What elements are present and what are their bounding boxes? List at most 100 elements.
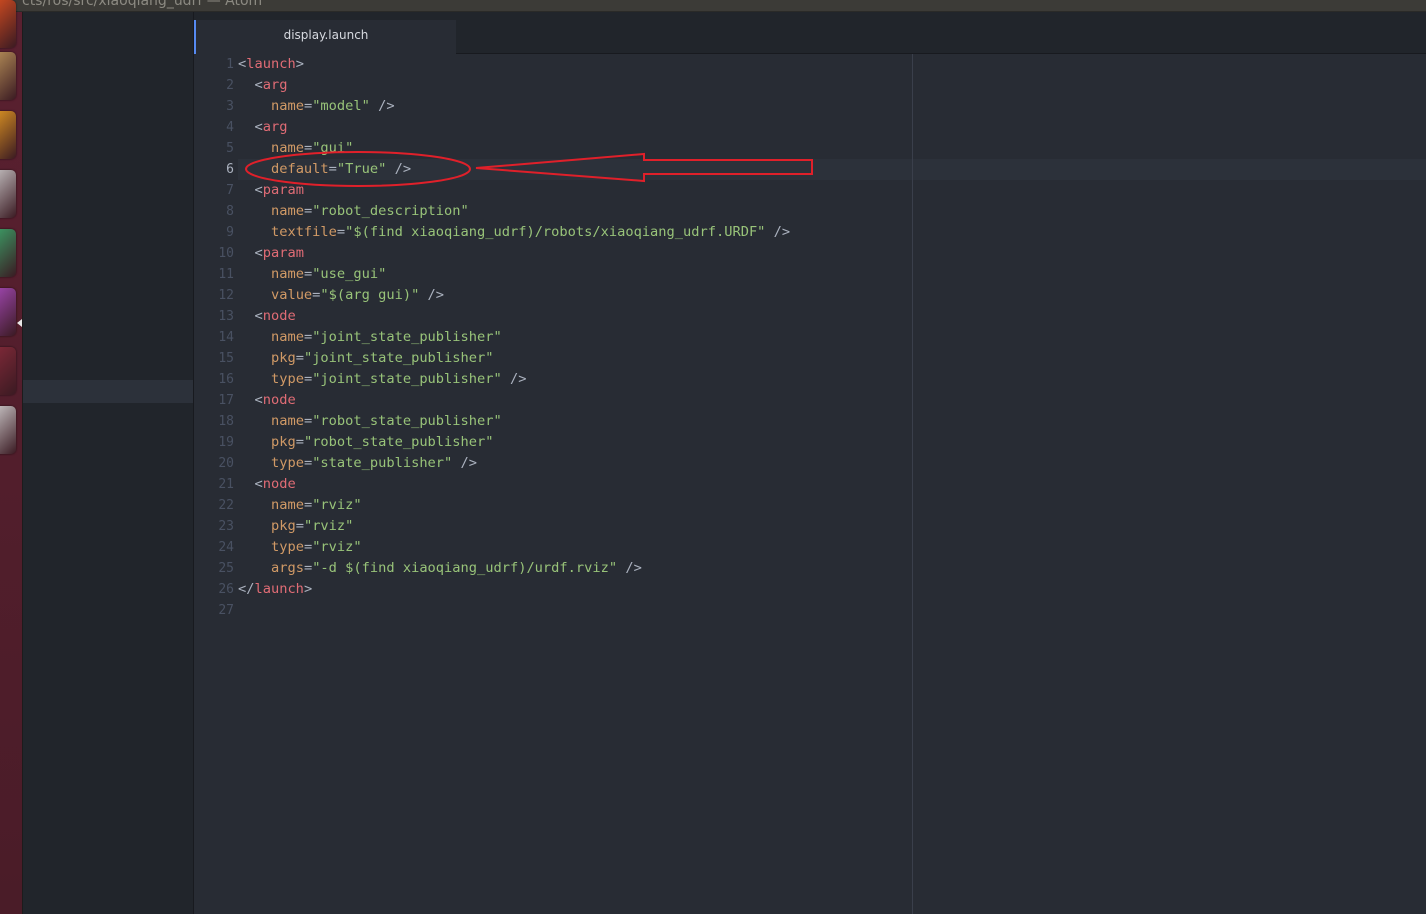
code-line[interactable]: </launch> [238, 579, 790, 600]
code-line[interactable]: pkg="joint_state_publisher" [238, 348, 790, 369]
line-number[interactable]: 8 [194, 201, 234, 222]
line-number[interactable]: 19 [194, 432, 234, 453]
code-token: node [262, 476, 296, 492]
tree-selected-item[interactable] [23, 380, 193, 403]
code-token: > [295, 56, 304, 72]
code-token: "robot_state_publisher" [312, 413, 502, 429]
tab-display-launch[interactable]: display.launch [194, 20, 456, 54]
line-number[interactable]: 26 [194, 579, 234, 600]
code-line[interactable]: <node [238, 390, 790, 411]
code-line[interactable] [238, 600, 790, 621]
code-token: < [238, 245, 263, 261]
code-line[interactable]: args="-d $(find xiaoqiang_udrf)/urdf.rvi… [238, 558, 790, 579]
line-number[interactable]: 12 [194, 285, 234, 306]
tab-label: display.launch [283, 28, 369, 42]
code-token: = [303, 266, 313, 282]
text-editor-icon[interactable] [0, 406, 16, 454]
ubuntu-dash-icon[interactable] [0, 0, 16, 48]
line-number[interactable]: 5 [194, 138, 234, 159]
window-titlebar: cts/ros/src/xiaoqiang_udrf — Atom [0, 0, 1426, 12]
line-number[interactable]: 27 [194, 600, 234, 621]
code-line[interactable]: <launch> [238, 54, 790, 75]
code-line[interactable]: name="robot_description" [238, 201, 790, 222]
line-number[interactable]: 14 [194, 327, 234, 348]
line-number[interactable]: 3 [194, 96, 234, 117]
code-editor[interactable]: 1 2 3 4 5 6 7 8 9 10 11 12 13 14 15 16 17 18 19 20 21 22 23 24 2… [194, 54, 1426, 914]
code-token: name [270, 140, 304, 156]
line-number[interactable]: 23 [194, 516, 234, 537]
code-token: "rviz" [312, 539, 362, 555]
line-number[interactable]: 21 [194, 474, 234, 495]
code-line[interactable]: name="joint_state_publisher" [238, 327, 790, 348]
code-token: "model" [312, 98, 370, 114]
code-line[interactable]: name="robot_state_publisher" [238, 411, 790, 432]
code-token: = [303, 140, 313, 156]
code-line[interactable]: <arg [238, 75, 790, 96]
code-token: "joint_state_publisher" [312, 329, 502, 345]
code-lines[interactable]: <launch> <arg name="model" /> <arg name=… [238, 54, 790, 621]
line-number-gutter[interactable]: 1 2 3 4 5 6 7 8 9 10 11 12 13 14 15 16 17 18 19 20 21 22 23 24 2… [194, 54, 234, 621]
code-line[interactable]: <param [238, 243, 790, 264]
code-line[interactable]: <node [238, 474, 790, 495]
code-line[interactable]: default="True" /> [238, 159, 790, 180]
tree-view[interactable] [23, 12, 194, 914]
line-number[interactable]: 25 [194, 558, 234, 579]
code-line[interactable]: <arg [238, 117, 790, 138]
code-token: args [270, 560, 304, 576]
code-line[interactable]: type="state_publisher" /> [238, 453, 790, 474]
code-line[interactable]: <param [238, 180, 790, 201]
line-number[interactable]: 13 [194, 306, 234, 327]
line-number[interactable]: 2 [194, 75, 234, 96]
line-number[interactable]: 11 [194, 264, 234, 285]
line-number[interactable]: 4 [194, 117, 234, 138]
chat-icon[interactable] [0, 229, 16, 277]
code-token: name [270, 98, 304, 114]
code-token: </ [238, 581, 255, 597]
code-token: = [303, 329, 313, 345]
code-line[interactable]: type="joint_state_publisher" /> [238, 369, 790, 390]
line-number[interactable]: 20 [194, 453, 234, 474]
code-token: arg [262, 77, 288, 93]
line-number[interactable]: 7 [194, 180, 234, 201]
code-line[interactable]: name="model" /> [238, 96, 790, 117]
code-line[interactable]: name="gui" [238, 138, 790, 159]
line-number[interactable]: 18 [194, 411, 234, 432]
terminal-icon[interactable] [0, 170, 16, 218]
app-icon[interactable] [0, 347, 16, 395]
line-number[interactable]: 17 [194, 390, 234, 411]
code-line[interactable]: pkg="rviz" [238, 516, 790, 537]
code-line[interactable]: pkg="robot_state_publisher" [238, 432, 790, 453]
code-token: param [262, 182, 304, 198]
line-number[interactable]: 24 [194, 537, 234, 558]
line-number[interactable]: 9 [194, 222, 234, 243]
code-line[interactable]: <node [238, 306, 790, 327]
code-token: pkg [270, 518, 296, 534]
firefox-icon[interactable] [0, 111, 16, 159]
code-line[interactable]: name="use_gui" [238, 264, 790, 285]
code-token: pkg [270, 350, 296, 366]
line-number[interactable]: 22 [194, 495, 234, 516]
line-number[interactable]: 1 [194, 54, 234, 75]
code-token: = [303, 371, 313, 387]
code-line[interactable]: textfile="$(find xiaoqiang_udrf)/robots/… [238, 222, 790, 243]
files-icon[interactable] [0, 52, 16, 100]
code-token: launch [246, 56, 296, 72]
calculator-icon[interactable] [0, 288, 16, 336]
line-number[interactable]: 10 [194, 243, 234, 264]
code-line[interactable]: name="rviz" [238, 495, 790, 516]
line-number[interactable]: 15 [194, 348, 234, 369]
code-token: = [303, 203, 313, 219]
code-token: /> [501, 371, 527, 387]
code-line[interactable]: type="rviz" [238, 537, 790, 558]
code-token: name [270, 329, 304, 345]
code-line[interactable]: value="$(arg gui)" /> [238, 285, 790, 306]
line-number[interactable]: 16 [194, 369, 234, 390]
line-number[interactable]: 6 [194, 159, 234, 180]
code-token: /> [617, 560, 642, 576]
code-token: node [262, 392, 296, 408]
